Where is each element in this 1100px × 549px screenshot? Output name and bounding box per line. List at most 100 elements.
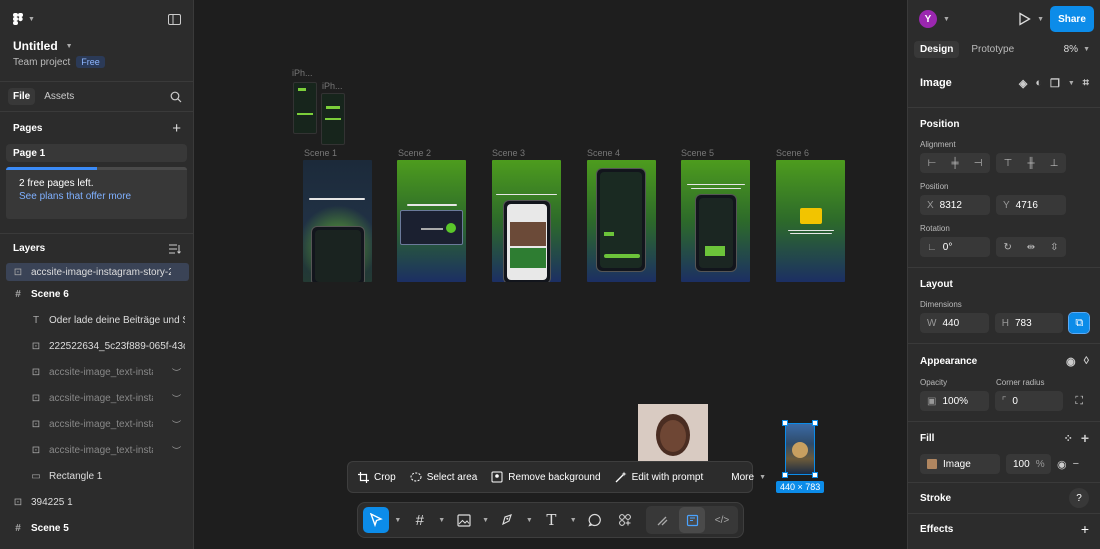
main-menu-button[interactable]: ▼ [12, 12, 35, 26]
opacity-field[interactable]: ▣ 100% [920, 391, 989, 411]
crop-button[interactable]: Crop [358, 471, 396, 483]
chevron-down-icon[interactable]: ▼ [943, 16, 950, 23]
align-right-icon[interactable]: ⊣ [974, 158, 983, 169]
hidden-eye-icon[interactable]: ︶ [172, 418, 181, 431]
comment-tool[interactable] [582, 507, 608, 533]
frame-tool-dropdown[interactable]: ▼ [437, 507, 447, 533]
corner-radius-field[interactable]: ⌜ 0 [994, 391, 1064, 411]
component-icon[interactable]: ◈ [1019, 77, 1027, 90]
text-tool-dropdown[interactable]: ▼ [568, 507, 578, 533]
fill-opacity-field[interactable]: 100% [1006, 454, 1051, 474]
layer-row[interactable]: ▭ Rectangle 1 [0, 463, 193, 489]
scene-frame-3[interactable] [492, 160, 561, 282]
layer-row[interactable]: ⊡ accsite-image-instagram-story-2026- [6, 263, 189, 281]
layer-row[interactable]: ⊡ accsite-image_text-insta ︶ [0, 437, 193, 463]
frame-label-scene-2[interactable]: Scene 2 [398, 148, 431, 158]
remove-background-button[interactable]: Remove background [491, 471, 601, 483]
design-mode-toggle[interactable] [679, 507, 705, 533]
tab-assets[interactable]: Assets [39, 88, 79, 105]
styles-icon[interactable]: ⁘ [1064, 432, 1073, 445]
selection-outline[interactable] [782, 420, 818, 478]
scene-frame-4[interactable] [587, 160, 656, 282]
text-tool[interactable]: T [538, 507, 564, 533]
dev-mode-toggle[interactable]: </> [709, 507, 735, 533]
eye-icon[interactable]: ◉ [1057, 458, 1067, 471]
tab-prototype[interactable]: Prototype [965, 41, 1020, 58]
remove-fill-icon[interactable]: − [1073, 458, 1079, 470]
flip-horizontal-icon[interactable]: ⇹ [1027, 242, 1035, 253]
frame-label-scene-4[interactable]: Scene 4 [587, 148, 620, 158]
align-middle-icon[interactable]: ╫ [1027, 158, 1034, 169]
image-tool-dropdown[interactable]: ▼ [481, 507, 491, 533]
see-plans-link[interactable]: See plans that offer more [6, 189, 187, 202]
frame-tool[interactable]: # [407, 507, 433, 533]
zoom-dropdown[interactable]: 8% ▼ [1064, 44, 1094, 55]
align-left-icon[interactable]: ⊢ [928, 158, 937, 169]
fill-type-field[interactable]: Image [920, 454, 1000, 474]
layer-row[interactable]: # Scene 5 [0, 515, 193, 541]
scene-frame-6[interactable] [776, 160, 845, 282]
present-icon[interactable] [1018, 12, 1031, 26]
scene-frame-1[interactable] [303, 160, 372, 282]
layer-row[interactable]: ⊡ accsite-image_text-insta ︶ [0, 411, 193, 437]
move-tool[interactable] [363, 507, 389, 533]
rotate-90-icon[interactable]: ↻ [1003, 242, 1011, 253]
scene-frame-2[interactable] [397, 160, 466, 282]
image-tool[interactable] [451, 507, 477, 533]
layer-row[interactable]: ⊡ accsite-image_text-insta ︶ [0, 359, 193, 385]
page-item-1[interactable]: Page 1 [6, 144, 187, 162]
share-button[interactable]: Share [1050, 6, 1094, 32]
flip-vertical-icon[interactable]: ⇳ [1050, 242, 1058, 253]
frame-label-scene-5[interactable]: Scene 5 [681, 148, 714, 158]
layer-row[interactable]: ⊡ 222522634_5c23f889-065f-43dc [0, 333, 193, 359]
iphone-frame-2[interactable] [321, 93, 345, 145]
pen-tool[interactable] [495, 507, 521, 533]
add-fill-icon[interactable]: + [1081, 430, 1089, 446]
frame-label-scene-6[interactable]: Scene 6 [776, 148, 809, 158]
more-button[interactable]: More ▼ [731, 472, 766, 483]
align-center-h-icon[interactable]: ╪ [951, 158, 958, 169]
actions-tool[interactable] [612, 507, 638, 533]
width-field[interactable]: W 440 [920, 313, 989, 333]
help-icon[interactable]: ? [1069, 488, 1089, 508]
resize-handle-bl[interactable] [782, 472, 788, 478]
hidden-eye-icon[interactable]: ︶ [172, 392, 181, 405]
scene-frame-5[interactable] [681, 160, 750, 282]
hidden-eye-icon[interactable]: ︶ [172, 366, 181, 379]
eye-icon[interactable]: ◉ [1066, 355, 1076, 368]
individual-corners-icon[interactable]: ⛶ [1069, 391, 1089, 411]
hidden-eye-icon[interactable]: ︶ [172, 444, 181, 457]
resize-handle-tr[interactable] [812, 420, 818, 426]
resize-handle-br[interactable] [812, 472, 818, 478]
layer-row[interactable]: # Scene 6 [0, 281, 193, 307]
iphone-frame-1[interactable] [293, 82, 317, 134]
mask-icon[interactable]: ◐ [1035, 77, 1042, 89]
align-top-icon[interactable]: ⊤ [1004, 158, 1013, 169]
search-icon[interactable] [170, 91, 182, 103]
pen-tool-dropdown[interactable]: ▼ [524, 507, 534, 533]
auto-layout-icon[interactable]: ⌗ [1083, 77, 1089, 90]
resize-handle-tl[interactable] [782, 420, 788, 426]
x-position-field[interactable]: X 8312 [920, 195, 990, 215]
add-page-icon[interactable]: + [172, 120, 181, 137]
frame-label-iphone-2[interactable]: iPh... [322, 81, 343, 91]
align-bottom-icon[interactable]: ⊥ [1050, 158, 1059, 169]
y-position-field[interactable]: Y 4716 [996, 195, 1066, 215]
chevron-down-icon[interactable]: ▼ [1068, 80, 1075, 87]
frame-label-scene-3[interactable]: Scene 3 [492, 148, 525, 158]
project-name[interactable]: Team project [13, 57, 70, 68]
frame-label-iphone-1[interactable]: iPh... [292, 68, 313, 78]
tab-design[interactable]: Design [914, 40, 960, 58]
layer-row[interactable]: ⊡ accsite-image_text-insta ︶ [0, 385, 193, 411]
rotation-field[interactable]: ∟ 0° [920, 237, 990, 257]
height-field[interactable]: H 783 [994, 313, 1064, 333]
layer-row[interactable]: ⊡ 394225 1 [0, 489, 193, 515]
constrain-proportions-icon[interactable]: ⧉ [1068, 312, 1090, 334]
draw-mode-toggle[interactable] [649, 507, 675, 533]
avatar[interactable]: Y [919, 10, 937, 28]
select-area-button[interactable]: Select area [410, 472, 477, 483]
edit-with-prompt-button[interactable]: Edit with prompt [615, 471, 703, 483]
boolean-icon[interactable]: ❐ [1050, 77, 1060, 90]
move-tool-dropdown[interactable]: ▼ [393, 507, 403, 533]
blend-mode-icon[interactable]: ◊ [1084, 355, 1089, 367]
